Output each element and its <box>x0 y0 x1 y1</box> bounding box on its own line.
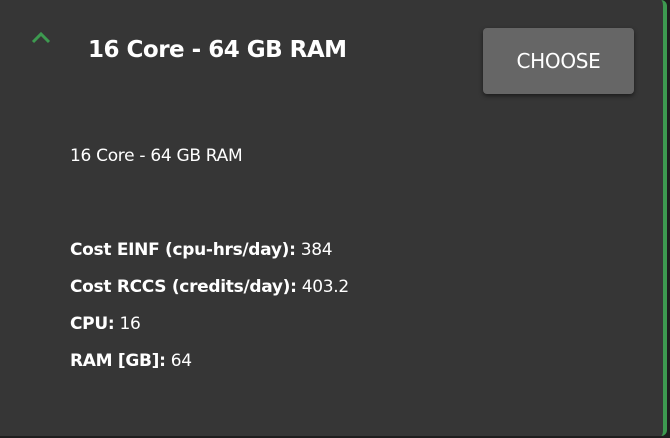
detail-label: Cost RCCS (credits/day): <box>70 277 297 297</box>
detail-value: 403.2 <box>301 277 349 297</box>
detail-label: RAM [GB]: <box>70 351 166 371</box>
card-subtitle: 16 Core - 64 GB RAM <box>70 146 243 166</box>
detail-cost-rccs: Cost RCCS (credits/day): 403.2 <box>70 275 349 312</box>
detail-ram: RAM [GB]: 64 <box>70 349 349 386</box>
choose-button[interactable]: CHOOSE <box>483 28 634 94</box>
detail-value: 64 <box>170 351 192 371</box>
detail-label: Cost EINF (cpu-hrs/day): <box>70 240 296 260</box>
details-list: Cost EINF (cpu-hrs/day): 384 Cost RCCS (… <box>70 238 349 386</box>
option-card: 16 Core - 64 GB RAM CHOOSE 16 Core - 64 … <box>0 0 667 436</box>
detail-label: CPU: <box>70 314 115 334</box>
chevron-up-icon[interactable] <box>30 30 52 46</box>
detail-cost-einf: Cost EINF (cpu-hrs/day): 384 <box>70 238 349 275</box>
detail-value: 384 <box>300 240 333 260</box>
detail-cpu: CPU: 16 <box>70 312 349 349</box>
detail-value: 16 <box>119 314 141 334</box>
card-title: 16 Core - 64 GB RAM <box>88 37 347 63</box>
